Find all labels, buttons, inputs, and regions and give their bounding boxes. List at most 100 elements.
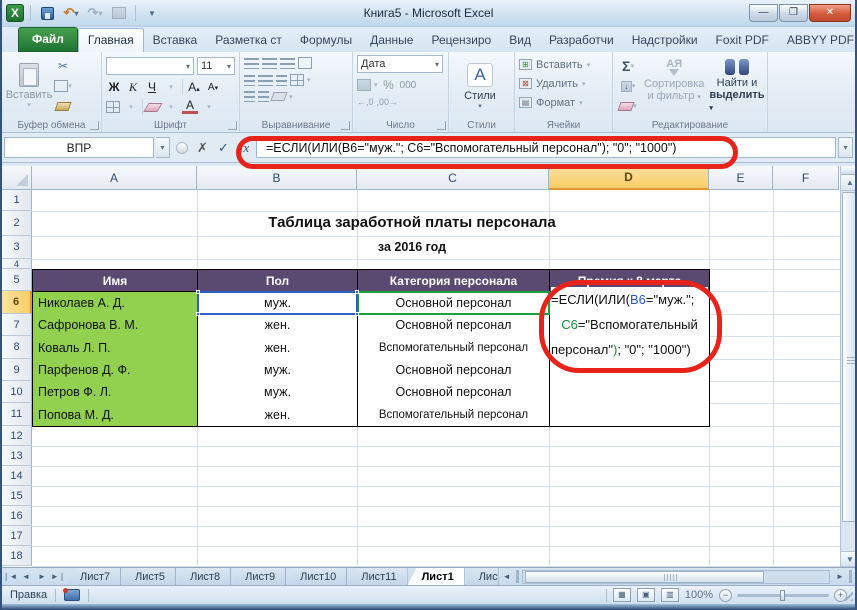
accounting-format-button[interactable]: [357, 79, 371, 91]
scroll-down-icon[interactable]: ▼: [841, 551, 855, 567]
sheet-tab-list9[interactable]: Лист9: [231, 568, 287, 585]
cell-a10[interactable]: Петров Ф. Л.: [32, 381, 198, 404]
close-button[interactable]: ✕: [809, 4, 851, 22]
align-center-button[interactable]: [258, 74, 273, 86]
formula-input[interactable]: =ЕСЛИ(ИЛИ(B6="муж."; C6="Вспомогательный…: [256, 137, 836, 158]
redo-button[interactable]: ↷ ▾: [85, 4, 105, 22]
prev-sheet-button[interactable]: ◄: [18, 568, 34, 585]
insert-function-button[interactable]: fx: [235, 138, 254, 158]
underline-dropdown[interactable]: ▾: [163, 83, 179, 91]
sheet-tab-list8[interactable]: Лист8: [176, 568, 232, 585]
number-format-combo[interactable]: Дата ▾: [357, 55, 443, 73]
borders-button[interactable]: [106, 101, 120, 113]
row-header[interactable]: 10: [2, 381, 32, 403]
macro-record-icon[interactable]: [63, 588, 81, 601]
sheet-tab-list5[interactable]: Лист5: [121, 568, 177, 585]
row-header[interactable]: 14: [2, 466, 32, 486]
restore-button[interactable]: ❐: [779, 4, 808, 22]
column-header-f[interactable]: F: [773, 166, 839, 190]
font-color-dropdown[interactable]: ▾: [201, 103, 217, 111]
tab-file[interactable]: Файл: [18, 27, 78, 52]
row-header[interactable]: 4: [2, 259, 32, 269]
table-header-gender[interactable]: Пол: [197, 269, 358, 292]
column-header-d[interactable]: D: [549, 166, 709, 190]
cell-c11[interactable]: Вспомогательный персонал: [357, 403, 550, 427]
cell-b10[interactable]: муж.: [197, 381, 358, 404]
italic-button[interactable]: К: [125, 80, 141, 95]
tab-developer[interactable]: Разработчи: [540, 29, 623, 52]
cell-a7[interactable]: Сафронова В. М.: [32, 314, 198, 337]
name-box[interactable]: ВПР: [4, 137, 154, 158]
font-color-button[interactable]: А: [182, 99, 198, 114]
scroll-up-icon[interactable]: ▲: [841, 175, 855, 191]
align-bottom-button[interactable]: [280, 57, 295, 69]
shrink-font-button[interactable]: А▾: [205, 82, 221, 93]
table-header-name[interactable]: Имя: [32, 269, 198, 292]
fill-color-dropdown[interactable]: ▾: [163, 103, 179, 111]
cell-c9[interactable]: Основной персонал: [357, 359, 550, 382]
paste-button[interactable]: Вставить ▾: [6, 55, 52, 117]
column-header-a[interactable]: A: [32, 166, 197, 190]
zoom-level[interactable]: 100%: [685, 589, 713, 601]
undo-button[interactable]: ↶ ▾: [61, 4, 81, 22]
tab-review[interactable]: Рецензиро: [422, 29, 500, 52]
format-cells-button[interactable]: ▤ Формат ▾: [519, 93, 608, 112]
sheet-tab-list10[interactable]: Лист10: [286, 568, 348, 585]
cells-area[interactable]: Таблица заработной платы персонала за 20…: [32, 190, 840, 567]
row-header[interactable]: 12: [2, 426, 32, 446]
row-header[interactable]: 16: [2, 506, 32, 526]
column-header-b[interactable]: B: [197, 166, 357, 190]
font-dialog-launcher[interactable]: [228, 121, 237, 130]
align-right-button[interactable]: [276, 74, 287, 86]
percent-button[interactable]: %: [381, 78, 397, 92]
cell-a9[interactable]: Парфенов Д. Ф.: [32, 359, 198, 382]
minimize-button[interactable]: —: [749, 4, 778, 22]
decrease-decimal-button[interactable]: ,00→: [377, 97, 399, 107]
delete-cells-button[interactable]: ⊠ Удалить ▾: [519, 74, 608, 93]
styles-button[interactable]: А Стили ▾: [453, 55, 507, 117]
row-header[interactable]: 7: [2, 314, 32, 336]
copy-button[interactable]: ▾: [52, 77, 74, 95]
fill-button[interactable]: ↓ ▾: [617, 77, 639, 95]
sheet-tab-list1-active[interactable]: Лист1: [407, 568, 465, 585]
cell-d11[interactable]: [549, 403, 710, 427]
vscroll-thumb[interactable]: [842, 192, 855, 522]
underline-button[interactable]: Ч: [144, 80, 160, 94]
row-header-selected[interactable]: 6: [2, 291, 32, 314]
clear-button[interactable]: ▾: [617, 97, 639, 115]
find-select-button[interactable]: Найти и выделить ▾: [709, 59, 765, 115]
tab-formulas[interactable]: Формулы: [291, 29, 361, 52]
cell-c10[interactable]: Основной персонал: [357, 381, 550, 404]
cell-c7[interactable]: Основной персонал: [357, 314, 550, 337]
next-sheet-button[interactable]: ►: [34, 568, 50, 585]
column-header-e[interactable]: E: [709, 166, 773, 190]
row-header[interactable]: 3: [2, 236, 32, 259]
sort-filter-button[interactable]: АЯ Сортировка и фильтр ▾: [644, 59, 704, 115]
cell-a11[interactable]: Попова М. Д.: [32, 403, 198, 427]
split-handle[interactable]: [841, 166, 855, 175]
fill-color-button[interactable]: [143, 102, 163, 112]
sheet-tab-list11[interactable]: Лист11: [347, 568, 408, 585]
zoom-knob[interactable]: [780, 589, 786, 601]
grow-font-button[interactable]: А▴: [186, 80, 202, 94]
cancel-entry-button[interactable]: ✗: [193, 138, 212, 158]
formula-options-button[interactable]: [172, 138, 191, 158]
alignment-dialog-launcher[interactable]: [341, 121, 350, 130]
cell-b7[interactable]: жен.: [197, 314, 358, 337]
align-left-button[interactable]: [244, 74, 255, 86]
hscroll-thumb[interactable]: [524, 571, 764, 583]
row-header[interactable]: 8: [2, 336, 32, 359]
align-top-button[interactable]: [244, 57, 259, 69]
column-header-c[interactable]: C: [357, 166, 549, 190]
row-header[interactable]: 2: [2, 211, 32, 236]
tab-page-layout[interactable]: Разметка ст: [206, 29, 291, 52]
zoom-out-icon[interactable]: −: [719, 588, 732, 602]
tab-insert[interactable]: Вставка: [144, 29, 207, 52]
qat-customize-button[interactable]: ▼: [142, 4, 162, 22]
number-dialog-launcher[interactable]: [437, 121, 446, 130]
format-painter-button[interactable]: [52, 97, 74, 115]
horizontal-scrollbar[interactable]: [521, 570, 830, 584]
page-layout-view-button[interactable]: ▣: [636, 588, 655, 602]
borders-dropdown[interactable]: ▾: [123, 103, 139, 111]
insert-cells-button[interactable]: ⊞ Вставить ▾: [519, 55, 608, 74]
